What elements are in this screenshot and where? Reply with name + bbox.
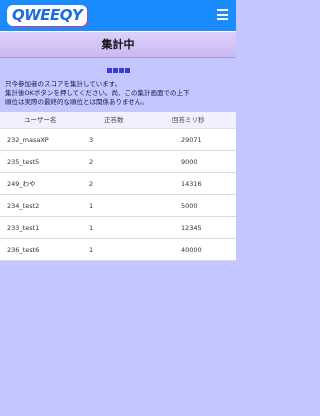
app-logo[interactable]: QWEEQY: [7, 5, 88, 26]
table-row: 232_masaXP 3 29071: [0, 129, 236, 151]
table-header: ユーザー名 正答数 回答ミリ秒: [0, 112, 236, 129]
cell-correct: 1: [89, 246, 94, 254]
message-line: 集計後OKボタンを押してください。尚、この集計画面での上下: [5, 89, 190, 97]
column-header-correct: 正答数: [104, 116, 124, 124]
cell-correct: 2: [89, 180, 94, 188]
cell-ms: 29071: [181, 136, 202, 144]
cell-user: 233_test1: [7, 224, 40, 232]
message-line: 只今参加者のスコアを集計しています。: [5, 80, 122, 88]
cell-user: 236_test6: [7, 246, 40, 254]
status-message: 只今参加者のスコアを集計しています。 集計後OKボタンを押してください。尚、この…: [5, 80, 233, 107]
page-title: 集計中: [101, 38, 135, 51]
score-table: ユーザー名 正答数 回答ミリ秒 232_masaXP 3 29071 235_t…: [0, 112, 236, 261]
column-header-ms: 回答ミリ秒: [172, 116, 205, 124]
title-band: 集計中: [0, 31, 236, 58]
progress-dot: [112, 68, 118, 73]
cell-user: 232_masaXP: [7, 136, 49, 144]
hamburger-icon[interactable]: [217, 9, 228, 20]
table-row: 234_test2 1 5000: [0, 195, 236, 217]
cell-user: 234_test2: [7, 202, 40, 210]
table-row: 233_test1 1 12345: [0, 217, 236, 239]
cell-correct: 1: [89, 202, 94, 210]
cell-ms: 5000: [181, 202, 198, 210]
message-line: 順位は実際の最終的な順位とは関係ありません。: [5, 98, 148, 106]
progress-dot: [106, 68, 112, 73]
column-header-user: ユーザー名: [24, 116, 57, 124]
progress-dot: [124, 68, 130, 73]
table-row: 236_test6 1 40000: [0, 239, 236, 261]
cell-user: 235_test5: [7, 158, 40, 166]
cell-ms: 9000: [181, 158, 198, 166]
progress-indicator: [0, 58, 236, 73]
cell-correct: 1: [89, 224, 94, 232]
cell-user: 249_わや: [7, 180, 36, 188]
table-row: 249_わや 2 14316: [0, 173, 236, 195]
cell-correct: 3: [89, 136, 94, 144]
cell-correct: 2: [89, 158, 94, 166]
top-bar: QWEEQY: [0, 0, 236, 31]
table-row: 235_test5 2 9000: [0, 151, 236, 173]
progress-dot: [118, 68, 124, 73]
cell-ms: 12345: [181, 224, 202, 232]
cell-ms: 40000: [181, 246, 202, 254]
cell-ms: 14316: [181, 180, 202, 188]
